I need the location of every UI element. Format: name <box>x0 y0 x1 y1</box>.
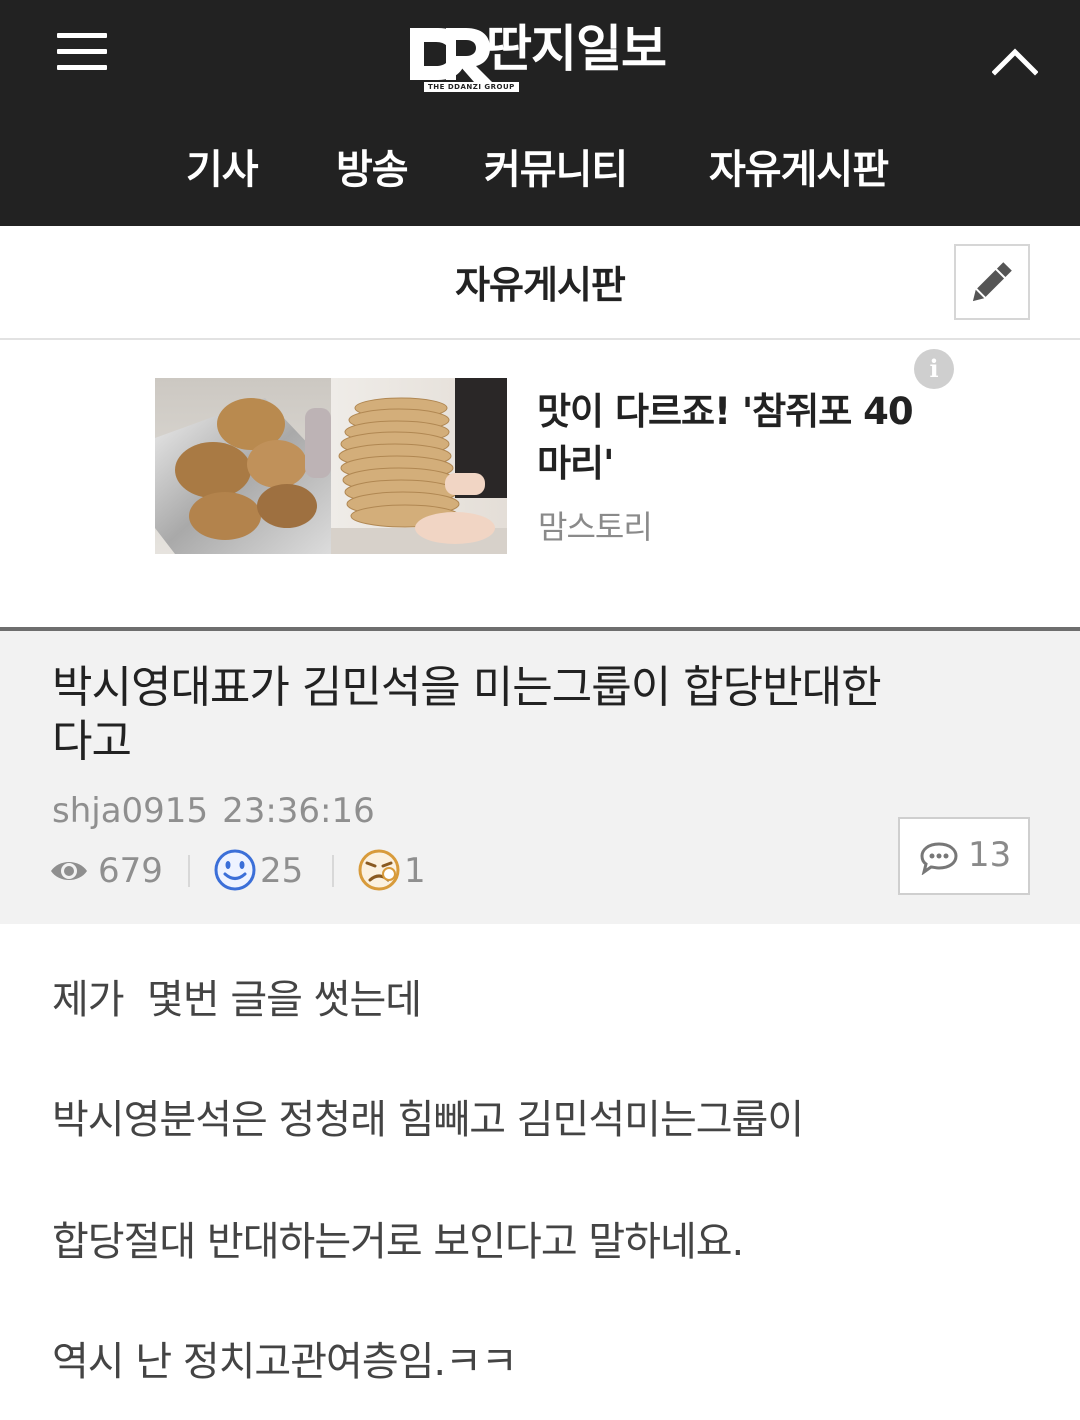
view-count: 679 <box>98 851 163 891</box>
site-header: 딴지일보 THE DDANZI GROUP 기사 방송 커뮤니티 자유게시판 <box>0 0 1080 226</box>
pencil-icon <box>972 262 1012 302</box>
eye-icon <box>51 862 87 880</box>
post-time: 23:36:16 <box>222 791 375 831</box>
site-logo[interactable]: 딴지일보 THE DDANZI GROUP <box>404 18 684 98</box>
post-body-line: 제가 몇번 글을 썻는데 <box>52 977 422 1023</box>
like-count: 25 <box>260 851 304 891</box>
like-button[interactable]: 25 <box>214 849 314 893</box>
ad-source: 맘스토리 <box>538 508 653 546</box>
frown-icon <box>358 849 400 891</box>
main-nav: 기사 방송 커뮤니티 자유게시판 <box>0 140 1080 200</box>
comment-count: 13 <box>968 835 1012 875</box>
nav-item-free-board[interactable]: 자유게시판 <box>709 140 889 200</box>
dislike-count: 1 <box>404 851 426 891</box>
post-header: 박시영대표가 김민석을 미는그룹이 합당반대한다고 shja0915 23:36:… <box>0 627 1080 924</box>
logo-subtitle: THE DDANZI GROUP <box>424 82 519 92</box>
write-post-button[interactable] <box>954 244 1030 320</box>
ad-banner: i 맛이 다르죠! '참쥐포 40마리' 맘스토리 <box>0 340 1080 627</box>
info-icon[interactable]: i <box>914 349 954 389</box>
board-title: 자유게시판 <box>455 263 626 307</box>
ad-image[interactable] <box>155 378 507 554</box>
stat-divider <box>332 855 334 887</box>
stat-divider <box>188 855 190 887</box>
post-body-line: 박시영분석은 정청래 힘빼고 김민석미는그룹이 <box>52 1097 804 1143</box>
nav-item-articles[interactable]: 기사 <box>186 140 259 200</box>
post-title: 박시영대표가 김민석을 미는그룹이 합당반대한다고 <box>52 662 882 767</box>
post-body-line: 합당절대 반대하는거로 보인다고 말하네요. <box>52 1219 744 1265</box>
chevron-up-icon[interactable] <box>991 44 1039 78</box>
post-body-line: 역시 난 정치고관여층임.ㅋㅋ <box>52 1339 518 1385</box>
dislike-button[interactable]: 1 <box>358 849 438 893</box>
view-count-stat: 679 <box>50 849 163 893</box>
nav-item-broadcast[interactable]: 방송 <box>336 140 409 200</box>
board-title-bar: 자유게시판 <box>0 226 1080 340</box>
post-meta: shja0915 23:36:16 <box>52 791 375 831</box>
ad-title[interactable]: 맛이 다르죠! '참쥐포 40마리' <box>537 386 917 490</box>
nav-item-community[interactable]: 커뮤니티 <box>484 140 628 200</box>
logo-text: 딴지일보 <box>486 20 667 78</box>
hamburger-menu-icon[interactable] <box>57 33 107 73</box>
speech-bubble-icon <box>920 842 958 875</box>
smile-icon <box>214 849 256 891</box>
post-author[interactable]: shja0915 <box>52 791 208 831</box>
comments-button[interactable]: 13 <box>898 817 1030 895</box>
